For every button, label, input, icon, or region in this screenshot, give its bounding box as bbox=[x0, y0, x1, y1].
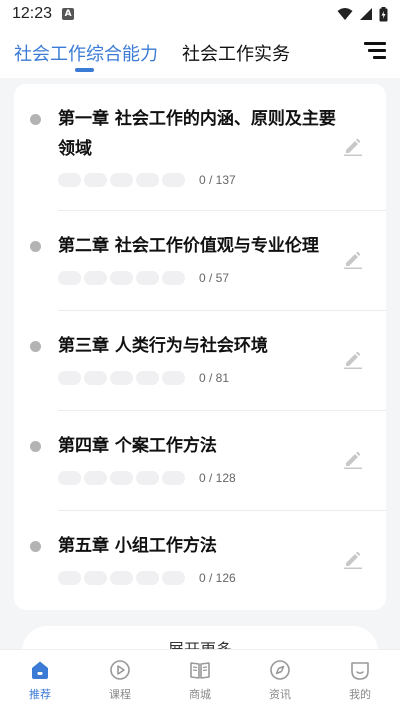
bullet-dot bbox=[30, 341, 41, 352]
progress-count: 0 / 126 bbox=[199, 571, 236, 585]
bottom-nav: 推荐 课程 商城 资讯 我的 bbox=[0, 649, 400, 711]
menu-icon[interactable] bbox=[364, 41, 386, 61]
chapter-title: 第二章 社会工作价值观与专业伦理 bbox=[58, 236, 319, 256]
progress-count: 0 / 57 bbox=[199, 271, 230, 285]
bullet-dot bbox=[30, 241, 41, 252]
edit-icon[interactable] bbox=[344, 136, 362, 156]
nav-label: 推荐 bbox=[29, 688, 51, 701]
edit-icon[interactable] bbox=[344, 249, 362, 269]
chapter-item[interactable]: 第二章 社会工作价值观与专业伦理 0 / 57 bbox=[14, 211, 386, 311]
progress-count: 0 / 81 bbox=[199, 371, 230, 385]
notification-icon: A bbox=[62, 8, 75, 20]
battery-icon bbox=[379, 6, 388, 21]
chapter-card: 第一章 社会工作的内涵、原则及主要领域 0 / 137 第二章 社会工作价值观与… bbox=[14, 84, 386, 610]
nav-recommend[interactable]: 推荐 bbox=[0, 650, 80, 711]
chapter-title: 第五章 小组工作方法 bbox=[58, 536, 217, 556]
status-time: 12:23 bbox=[12, 5, 53, 22]
tab-practice[interactable]: 社会工作实务 bbox=[182, 40, 290, 66]
progress-bar bbox=[58, 571, 185, 585]
book-icon bbox=[190, 662, 210, 679]
chapter-title: 第三章 人类行为与社会环境 bbox=[58, 336, 268, 356]
status-bar: 12:23 A bbox=[0, 0, 400, 28]
chapter-item[interactable]: 第五章 小组工作方法 0 / 126 bbox=[14, 511, 386, 611]
bullet-dot bbox=[30, 541, 41, 552]
home-icon bbox=[32, 661, 48, 679]
edit-icon[interactable] bbox=[344, 549, 362, 569]
tab-comprehensive-ability[interactable]: 社会工作综合能力 bbox=[14, 40, 158, 66]
chapter-title: 第四章 个案工作方法 bbox=[58, 436, 217, 456]
compass-icon bbox=[270, 660, 290, 680]
nav-profile[interactable]: 我的 bbox=[320, 650, 400, 711]
progress-bar bbox=[58, 371, 185, 385]
nav-courses[interactable]: 课程 bbox=[80, 650, 160, 711]
progress-count: 0 / 128 bbox=[199, 471, 236, 485]
content-area: 第一章 社会工作的内涵、原则及主要领域 0 / 137 第二章 社会工作价值观与… bbox=[0, 78, 400, 649]
nav-label: 资讯 bbox=[269, 688, 291, 701]
chapter-item[interactable]: 第四章 个案工作方法 0 / 128 bbox=[14, 411, 386, 511]
progress-bar bbox=[58, 471, 185, 485]
bullet-dot bbox=[30, 441, 41, 452]
status-icons bbox=[337, 6, 388, 22]
profile-icon bbox=[351, 662, 369, 680]
wifi-icon bbox=[337, 8, 353, 20]
edit-icon[interactable] bbox=[344, 449, 362, 469]
nav-label: 商城 bbox=[189, 688, 211, 701]
nav-label: 我的 bbox=[349, 688, 371, 701]
progress-bar bbox=[58, 271, 185, 285]
nav-label: 课程 bbox=[109, 688, 131, 701]
signal-icon bbox=[360, 8, 372, 20]
chapter-item[interactable]: 第一章 社会工作的内涵、原则及主要领域 0 / 137 bbox=[14, 99, 386, 211]
expand-more-button[interactable]: 展开更多 bbox=[22, 626, 378, 649]
tab-indicator bbox=[75, 68, 94, 72]
tab-header: 社会工作综合能力 社会工作实务 bbox=[0, 28, 400, 78]
bullet-dot bbox=[30, 114, 41, 125]
play-icon bbox=[110, 660, 130, 680]
edit-icon[interactable] bbox=[344, 349, 362, 369]
nav-mall[interactable]: 商城 bbox=[160, 650, 240, 711]
nav-news[interactable]: 资讯 bbox=[240, 650, 320, 711]
chapter-item[interactable]: 第三章 人类行为与社会环境 0 / 81 bbox=[14, 311, 386, 411]
chapter-title: 第一章 社会工作的内涵、原则及主要领域 bbox=[58, 109, 336, 159]
progress-count: 0 / 137 bbox=[199, 173, 236, 187]
progress-bar bbox=[58, 173, 185, 187]
